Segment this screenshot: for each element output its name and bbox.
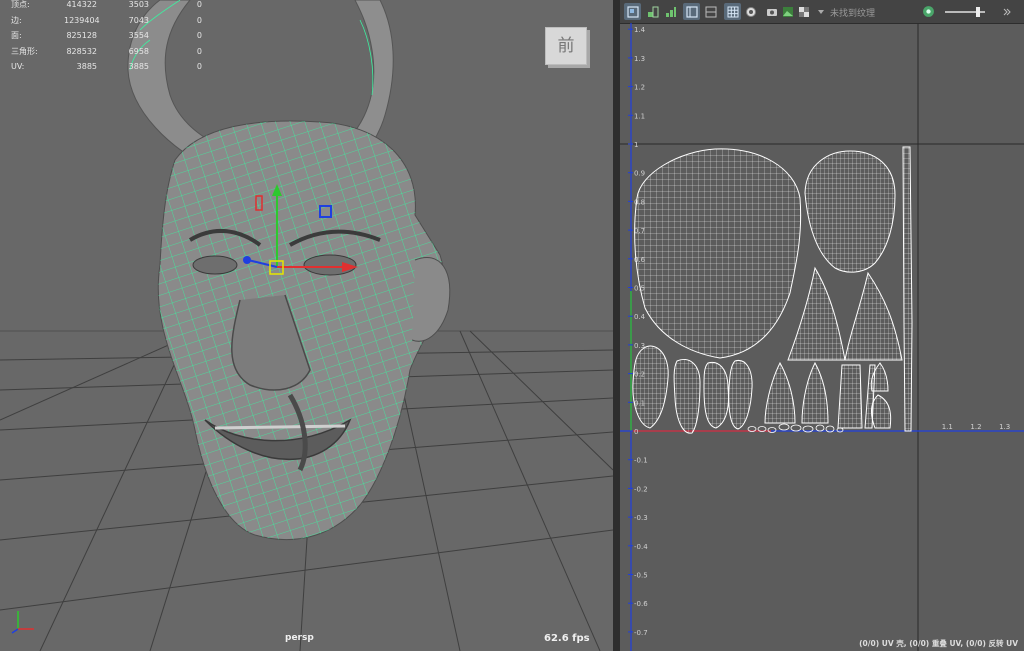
poly-count-hud: 顶点: 414322 3503 0 边: 1239404 7043 0 面: 8… <box>4 0 214 78</box>
uv-tick-label: 0.9 <box>634 170 645 178</box>
uv-tick-label: 1.4 <box>634 26 646 34</box>
uv-editor-panel[interactable]: 未找到纹理 1.41.31.21.110.90.80.70.60.50.40.3… <box>620 0 1024 651</box>
hud-label: 面: <box>11 31 22 40</box>
slider-icon[interactable] <box>940 3 990 20</box>
uv-tick-label: -0.6 <box>634 600 648 608</box>
uv-tick-label: -0.7 <box>634 629 648 637</box>
uv-tick-label: -0.4 <box>634 543 648 551</box>
hud-row-triangles: 三角形: 828532 6958 0 <box>4 47 214 63</box>
hud-row-edges: 边: 1239404 7043 0 <box>4 16 214 32</box>
more-icon[interactable] <box>998 3 1015 20</box>
hud-extra: 0 <box>196 31 202 40</box>
hud-row-uvs: UV: 3885 3885 0 <box>4 62 214 78</box>
checker-map-icon[interactable] <box>795 3 812 20</box>
view-cube[interactable]: 前 <box>545 27 587 65</box>
uv-shell-icon[interactable] <box>624 3 641 20</box>
color-wheel-icon[interactable] <box>920 3 937 20</box>
uv-distortion-icon[interactable] <box>662 3 679 20</box>
uv-toolbar: 未找到纹理 <box>620 0 1024 24</box>
hud-row-faces: 面: 825128 3554 0 <box>4 31 214 47</box>
hud-total: 3885 <box>76 62 97 71</box>
hud-label: 边: <box>11 15 22 25</box>
hud-label: 三角形: <box>11 46 38 56</box>
uv-shell-ear-d <box>728 359 753 430</box>
uv-shell-ear-a <box>632 345 669 429</box>
uv-status-bar: (0/0) UV 壳, (0/0) 重叠 UV, (0/0) 反转 UV <box>859 639 1018 648</box>
hud-total: 1239404 <box>64 15 100 25</box>
uv-shell-back <box>804 150 896 273</box>
uv-canvas[interactable]: 1.41.31.21.110.90.80.70.60.50.40.30.20.1… <box>620 23 1024 651</box>
uv-shell-tooth-a <box>764 361 796 424</box>
hud-selected: 3554 <box>128 31 149 40</box>
hud-extra: 0 <box>196 62 202 71</box>
uv-tick-label: -0.2 <box>634 485 648 493</box>
uv-shell-ear-c <box>703 361 729 429</box>
image-icon[interactable] <box>779 3 796 20</box>
uv-tick-label: -0.3 <box>634 514 648 522</box>
uv-grid-icon[interactable] <box>702 3 719 20</box>
panel-divider[interactable] <box>613 0 620 651</box>
hud-label: 顶点: <box>11 0 30 9</box>
uv-shell-tooth-b <box>801 361 829 424</box>
texture-status-text: 未找到纹理 <box>830 9 876 19</box>
uv-tick-label: 1.2 <box>970 423 981 431</box>
shaded-icon[interactable] <box>742 3 759 20</box>
uv-shells <box>632 146 913 434</box>
perspective-viewport[interactable]: 顶点: 414322 3503 0 边: 1239404 7043 0 面: 8… <box>0 0 613 651</box>
uv-tick-label: -0.5 <box>634 572 648 580</box>
hud-selected: 7043 <box>128 15 149 25</box>
texture-icon[interactable] <box>763 3 780 20</box>
fps-counter: 62.6 fps <box>544 633 590 644</box>
uv-tick-label: 0.4 <box>634 313 646 321</box>
uv-tick-label: 1.3 <box>999 423 1010 431</box>
camera-label: persp <box>285 633 314 643</box>
uv-shell-horn-a <box>787 266 846 361</box>
uv-tick-label: -0.1 <box>634 457 648 465</box>
uv-shell-strip <box>902 146 913 432</box>
world-axis-icon <box>11 611 34 634</box>
uv-tick-label: 0 <box>634 428 638 436</box>
uv-tick-label: 1 <box>634 141 638 149</box>
uv-tick-label: 1.3 <box>634 55 645 63</box>
viewport-scene[interactable] <box>0 0 613 651</box>
uv-tick-label: 1.2 <box>634 84 645 92</box>
mask-head <box>157 120 451 540</box>
hud-selected: 3885 <box>128 62 149 71</box>
hud-extra: 0 <box>196 15 202 25</box>
hud-selected: 6958 <box>128 46 149 56</box>
uv-shell-face <box>634 148 802 359</box>
uv-tick-label: 1.1 <box>942 423 953 431</box>
uv-shell-horn-b <box>844 271 903 361</box>
uv-tick-label: 1.1 <box>634 112 645 120</box>
checker-icon[interactable] <box>724 3 741 20</box>
uv-frame-icon[interactable] <box>683 3 700 20</box>
hud-total: 828532 <box>66 46 97 56</box>
hud-total: 825128 <box>66 31 97 40</box>
uv-shell-tooth-e <box>871 394 892 429</box>
hud-extra: 0 <box>196 0 202 9</box>
hud-extra: 0 <box>196 46 202 56</box>
hud-total: 414322 <box>66 0 97 9</box>
dropdown-arrow-icon[interactable] <box>812 3 829 20</box>
uv-shell-ear-b <box>673 359 701 434</box>
hud-label: UV: <box>11 62 25 71</box>
uv-border-icon[interactable] <box>644 3 661 20</box>
uv-shell-tooth-c <box>837 364 863 429</box>
hud-row-vertices: 顶点: 414322 3503 0 <box>4 0 214 16</box>
hud-selected: 3503 <box>128 0 149 9</box>
